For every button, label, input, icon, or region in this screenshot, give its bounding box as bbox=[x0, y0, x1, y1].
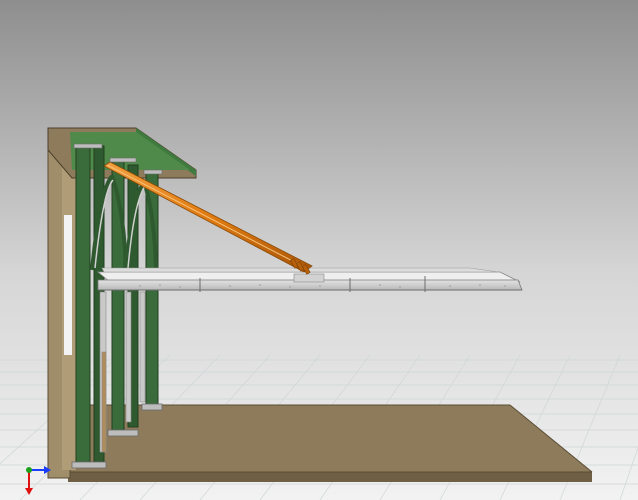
3d-viewport[interactable] bbox=[0, 0, 638, 500]
steel-column-1 bbox=[75, 145, 91, 465]
model-canvas[interactable] bbox=[0, 0, 638, 500]
ground-slab bbox=[68, 404, 593, 482]
back-wall bbox=[47, 127, 76, 479]
axis-origin bbox=[26, 467, 32, 473]
